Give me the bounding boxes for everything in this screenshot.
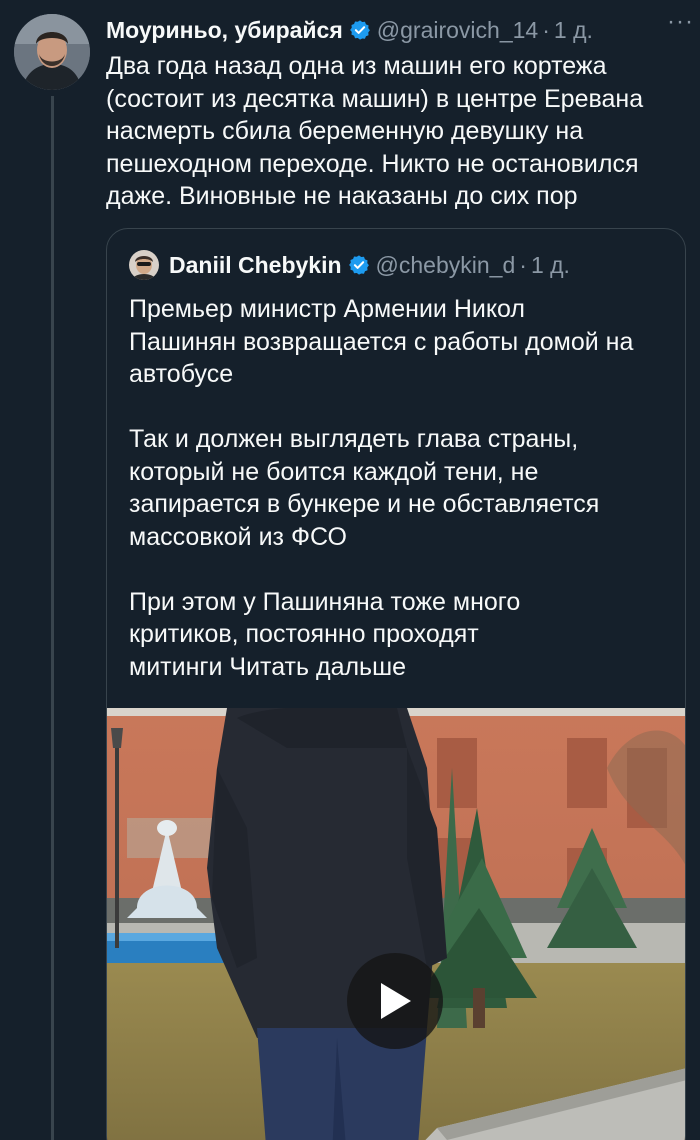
quoted-tweet-header: Daniil Chebykin @chebykin_d · 1 д. [129, 247, 675, 283]
tweet-header: Моуриньо, убирайся @grairovich_14 · 1 д. [106, 10, 690, 50]
quoted-tweet-timestamp[interactable]: 1 д. [531, 252, 570, 279]
tweet-text: Два года назад одна из машин его кортежа… [106, 52, 644, 210]
quoted-author-handle[interactable]: @chebykin_d [376, 252, 516, 279]
quoted-author-avatar[interactable] [129, 250, 159, 280]
verified-badge-icon [348, 254, 370, 276]
play-icon [381, 983, 411, 1019]
play-button[interactable] [347, 953, 443, 1049]
thread-connector-line [51, 96, 54, 1140]
more-options-icon[interactable]: ··· [667, 8, 694, 36]
read-more-link[interactable]: Читать дальше [229, 653, 406, 681]
author-avatar-image [14, 14, 90, 90]
video-frame-image [107, 708, 685, 1140]
separator-dot: · [519, 251, 527, 278]
quoted-author-display-name[interactable]: Daniil Chebykin [169, 252, 342, 279]
quoted-tweet-body: Премьер министр Армении Никол Пашинян во… [129, 295, 634, 681]
video-thumbnail[interactable] [107, 708, 685, 1140]
verified-badge-icon [349, 19, 371, 41]
tweet-timestamp[interactable]: 1 д. [554, 17, 593, 44]
author-handle[interactable]: @grairovich_14 [377, 17, 538, 44]
quoted-tweet-card[interactable]: Daniil Chebykin @chebykin_d · 1 д. Премь… [106, 228, 686, 1140]
quoted-tweet-text: Премьер министр Армении Никол Пашинян во… [129, 293, 674, 683]
author-avatar[interactable] [14, 14, 90, 90]
separator-dot: · [542, 16, 550, 43]
author-display-name[interactable]: Моуриньо, убирайся [106, 17, 343, 44]
